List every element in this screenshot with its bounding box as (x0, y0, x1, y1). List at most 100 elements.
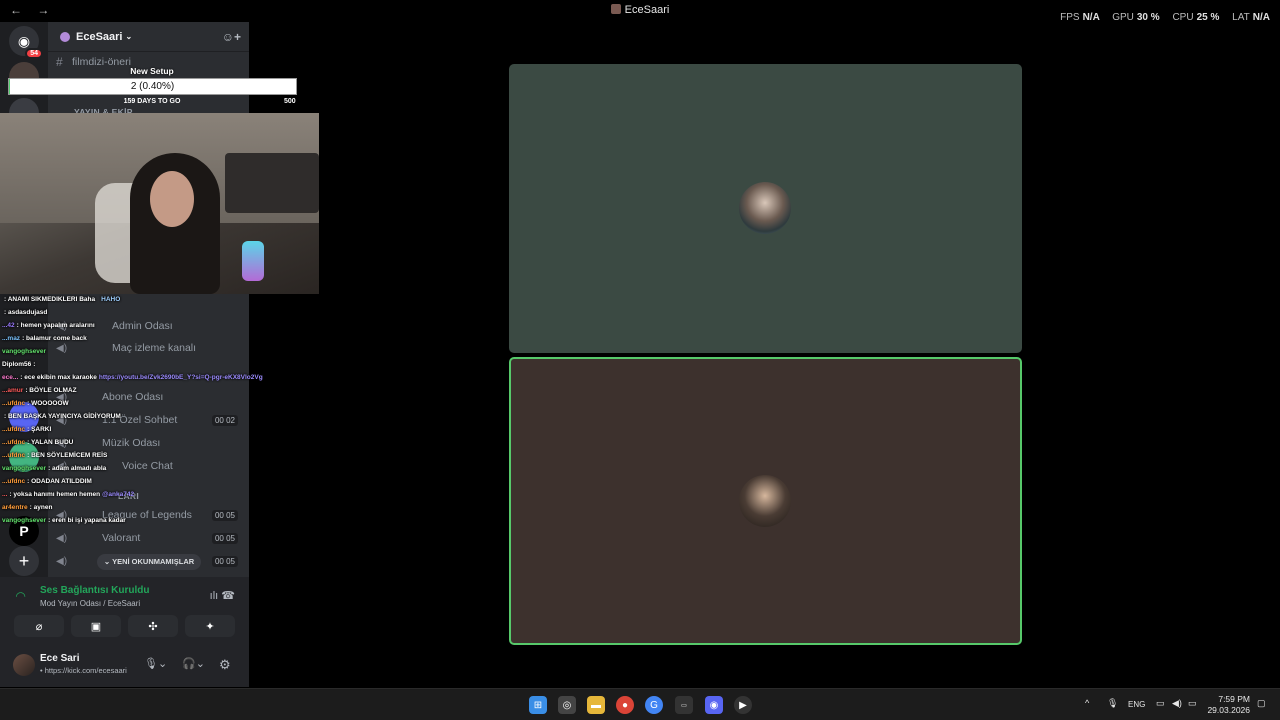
chat-link[interactable]: @anka742 (102, 491, 134, 498)
network-icon[interactable]: ▭ (1156, 698, 1165, 709)
discord-icon: ◉ (709, 699, 719, 711)
soundboard-button[interactable]: ✦ (185, 615, 235, 637)
goal-days: 159 DAYS TO GO (123, 98, 181, 105)
chat-text: : asdasdujasd (4, 309, 48, 316)
system-clock[interactable]: 7:59 PM 29.03.2026 (1207, 694, 1250, 716)
add-server-button[interactable]: + (9, 546, 39, 576)
user-avatar[interactable] (13, 654, 35, 676)
chat-username[interactable]: ...ufdnc (2, 400, 25, 407)
start-button[interactable]: ⊞ (529, 696, 547, 714)
chat-username[interactable]: vangoghsever (2, 465, 46, 472)
app-icon: ◎ (562, 699, 572, 711)
discord-taskbar-button[interactable]: ◉ (705, 696, 723, 714)
voice-channel-valorant[interactable]: ◀) Valorant 00 05 (56, 528, 246, 548)
chat-extra: HAHO (101, 296, 121, 303)
webcam-couch (225, 153, 319, 213)
headphones-icon[interactable]: 🎧⌄ (182, 657, 205, 670)
chat-username[interactable]: ...42 (2, 322, 15, 329)
server-header[interactable]: EceSaari ⌄ ☺+ (48, 22, 249, 52)
webcam-feed (0, 113, 319, 294)
chat-username[interactable]: ...ufdnc (2, 439, 25, 446)
chat-message: ...ufdnc: ŞARKI (2, 426, 51, 433)
chat-username[interactable]: vangoghsever (2, 348, 46, 355)
tray-overflow-icon[interactable]: ^ (1085, 698, 1089, 708)
server-name: EceSaari (76, 30, 123, 43)
chat-text: : BÖYLE OLMAZ (25, 387, 77, 394)
fps-label: FPS (1060, 12, 1080, 23)
chat-message: ...ufdnc: WOOOOOW (2, 400, 69, 407)
disconnect-icon[interactable]: ılı ☎ (210, 589, 235, 602)
participant-tile-2-speaking[interactable] (509, 357, 1022, 645)
volume-icon[interactable]: ◀) (1172, 698, 1182, 709)
new-unread-label: YENİ OKUNMAMIŞLAR (112, 557, 195, 566)
discord-home-button[interactable]: ◉ 54 (9, 26, 43, 59)
file-explorer-button[interactable]: ▬ (587, 696, 605, 714)
goal-progress-bar: 2 (0.40%) (8, 78, 297, 95)
chat-link[interactable]: https://youtu.be/Zvk2690bE_Y?si=Q-pgr-eK… (99, 374, 263, 381)
chat-username[interactable]: ...ufdnc (2, 452, 25, 459)
voice-connection-panel: ◜◝ Ses Bağlantısı Kuruldu Mod Yayın Odas… (0, 577, 249, 647)
voice-channel-name[interactable]: Mod Yayın Odası / EceSaari (40, 599, 140, 608)
participant-tile-1[interactable] (509, 64, 1022, 353)
settings-gear-icon[interactable]: ⚙ (219, 657, 231, 673)
screen-share-button[interactable]: ▣ (71, 615, 121, 637)
chat-username[interactable]: ar4entre (2, 504, 28, 511)
folder-icon: ▬ (591, 699, 601, 711)
chat-message: ...ufdnc: YALAN BUDU (2, 439, 73, 446)
language-indicator[interactable]: ENG (1128, 700, 1145, 709)
chat-username[interactable]: ...ufdnc (2, 478, 25, 485)
user-status: • https://kick.com/ecesaari (40, 666, 127, 675)
chrome-button[interactable]: ● (616, 696, 634, 714)
taskbar-app-6[interactable]: ▭ (675, 696, 693, 714)
chat-message: vangoghsever (2, 348, 48, 355)
tray-mic-icon[interactable]: 🎙 (1107, 698, 1118, 709)
webcam-face (150, 171, 194, 227)
lat-value: N/A (1252, 12, 1270, 23)
performance-stats: FPS N/A GPU 30 % CPU 25 % LAT N/A (1050, 12, 1270, 23)
chat-text: : ANAMI SIKMEDIKLERI Baha (4, 296, 96, 303)
chevron-down-icon: ⌄ (125, 32, 133, 41)
chat-username[interactable]: vangoghsever (2, 517, 46, 524)
play-icon: ▶ (739, 699, 747, 711)
chat-message: ...ufdnc: ODADAN ATILDDIM (2, 478, 92, 485)
app-icon: ▭ (681, 702, 687, 709)
chevron-down-icon: ⌄ (103, 557, 113, 566)
taskbar-app-1[interactable]: ◎ (558, 696, 576, 714)
google-app-button[interactable]: G (645, 696, 663, 714)
gpu-value: 30 % (1136, 12, 1160, 23)
speaker-icon: ◀) (56, 532, 68, 544)
chat-message: Diplom56: (2, 361, 35, 368)
chat-text: : balamur come back (22, 335, 87, 342)
chat-username[interactable]: ...maz (2, 335, 20, 342)
chat-text: : ŞARKI (27, 426, 52, 433)
chat-overlay: : ANAMI SIKMEDIKLERI Baha HAHO : asdasduja… (0, 294, 300, 529)
webcam-microphone (242, 241, 264, 281)
server-favicon-icon (610, 4, 621, 14)
camera-off-button[interactable]: ⌀ (14, 615, 64, 637)
camera-off-icon: ⌀ (35, 620, 43, 633)
chat-username[interactable]: ...amur (2, 387, 23, 394)
signal-icon[interactable]: ◜◝ (16, 589, 25, 603)
chat-username[interactable]: Diplom56 (2, 361, 31, 368)
goal-max: 500 (284, 98, 296, 105)
chat-text: : hemen yapalım aralarını (16, 322, 95, 329)
chat-text: : ece ekibin max karaoke (20, 374, 97, 381)
new-unread-button[interactable]: ⌄ YENİ OKUNMAMIŞLAR (97, 554, 201, 570)
microphone-icon[interactable]: 🎙⌄ (144, 657, 167, 670)
notification-icon[interactable]: ▢ (1257, 698, 1266, 709)
chat-text: : adam almadı abla (48, 465, 107, 472)
chat-username[interactable]: ... (2, 491, 7, 498)
chat-text: : WOOOOOW (27, 400, 69, 407)
media-player-button[interactable]: ▶ (734, 696, 752, 714)
channel-label: Valorant (102, 532, 141, 544)
chat-username[interactable]: ece... (2, 374, 18, 381)
battery-icon[interactable]: ▭ (1188, 698, 1197, 709)
window-title-text: EceSaari (624, 4, 670, 16)
participant-avatar (739, 475, 791, 527)
activities-button[interactable]: ✣ (128, 615, 178, 637)
user-name[interactable]: Ece Sari (40, 653, 79, 664)
chat-username[interactable]: ...ufdnc (2, 426, 25, 433)
voice-status[interactable]: Ses Bağlantısı Kuruldu (40, 585, 149, 596)
chat-message: : ANAMI SIKMEDIKLERI Baha HAHO (2, 296, 120, 303)
invite-people-icon[interactable]: ☺+ (222, 30, 241, 44)
